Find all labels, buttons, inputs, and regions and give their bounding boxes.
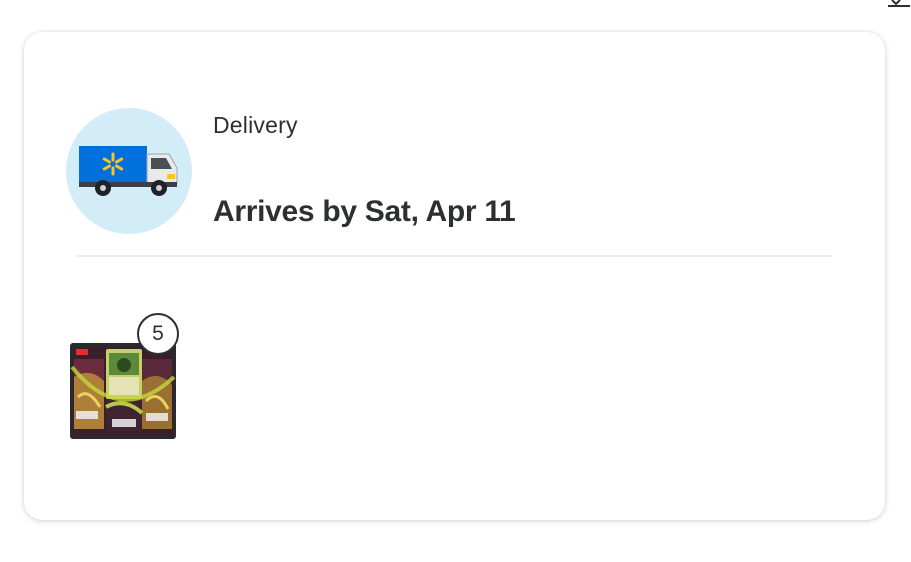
- quantity-badge: 5: [137, 313, 179, 355]
- delivery-card: Delivery Arrives by Sat, Apr 11 5: [24, 32, 885, 520]
- section-divider: [77, 255, 832, 257]
- top-edge-partial-icon: [888, 0, 910, 7]
- delivery-method-label: Delivery: [213, 112, 298, 138]
- delivery-truck-icon: [66, 108, 192, 234]
- arrival-date-text: Arrives by Sat, Apr 11: [213, 195, 516, 228]
